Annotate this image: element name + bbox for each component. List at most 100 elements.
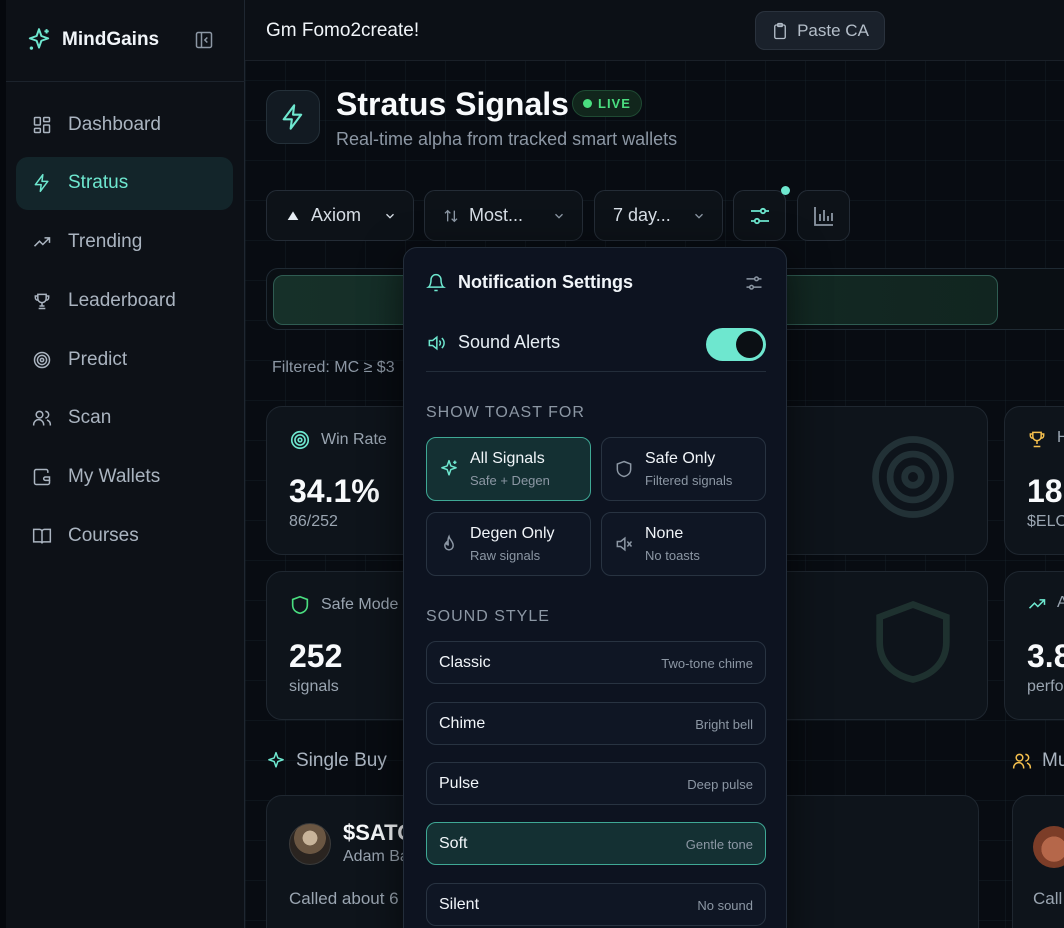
sidebar-item-scan[interactable]: Scan: [16, 392, 233, 445]
toast-option-none[interactable]: None No toasts: [601, 512, 766, 576]
target-icon: [290, 430, 310, 450]
page-subtitle: Real-time alpha from tracked smart walle…: [336, 129, 678, 149]
multi-buy-heading: Mu: [1012, 750, 1064, 772]
sidebar-item-leaderboard[interactable]: Leaderboard: [16, 274, 233, 327]
shield-icon: [616, 460, 632, 478]
option-desc: Safe + Degen: [470, 473, 550, 488]
range-filter-value: 7 day...: [613, 205, 671, 225]
flame-icon: [444, 534, 454, 551]
sidebar-item-label: My Wallets: [68, 466, 161, 488]
safe-mode-label: Safe Mode: [321, 596, 399, 613]
toast-option-safe-only[interactable]: Safe Only Filtered signals: [601, 437, 766, 501]
sidebar-divider: [6, 81, 245, 82]
live-dot-icon: [583, 99, 592, 108]
sound-alerts-row: Sound Alerts: [426, 332, 560, 353]
bolt-icon: [34, 174, 49, 193]
target-icon: [33, 351, 51, 368]
platform-filter[interactable]: Axiom: [266, 190, 414, 241]
toast-option-all-signals[interactable]: All Signals Safe + Degen: [426, 437, 591, 501]
multi-buy-label: Mu: [1042, 750, 1064, 771]
bolt-icon: [282, 104, 303, 130]
sound-alerts-toggle[interactable]: [706, 328, 766, 361]
range-filter[interactable]: 7 day...: [594, 190, 723, 241]
toast-section-heading: SHOW TOAST FOR: [426, 404, 585, 421]
sound-option-chime[interactable]: Chime Bright bell: [426, 702, 766, 745]
top-caller-card: H 18 $ELO: [1004, 406, 1064, 555]
win-rate-value: 34.1%: [289, 473, 380, 509]
avg-performance-value: 3.8: [1027, 638, 1064, 674]
safe-mode-value: 252: [289, 638, 343, 674]
sort-icon: [444, 209, 458, 222]
sidebar-item-stratus[interactable]: Stratus: [16, 156, 233, 210]
brand-name: MindGains: [62, 29, 160, 50]
sidebar-collapse-icon[interactable]: [194, 30, 214, 50]
top-caller-label: H: [1057, 429, 1064, 446]
sidebar-nav: Dashboard Stratus Trending Leaderboard P…: [16, 98, 233, 568]
sidebar-item-predict[interactable]: Predict: [16, 333, 233, 386]
sound-name: Soft: [439, 835, 468, 852]
notification-settings-button[interactable]: [733, 190, 786, 241]
win-rate-label-row: Win Rate: [289, 429, 387, 451]
chevron-down-icon: [555, 213, 563, 219]
book-icon: [32, 528, 52, 544]
called-time: Called about 6: [289, 889, 399, 908]
sound-section-heading: SOUND STYLE: [426, 608, 550, 625]
sliders-icon: [750, 207, 769, 224]
sparkle-icon: [28, 28, 50, 50]
page-icon: [266, 90, 320, 144]
trending-icon: [33, 237, 51, 247]
safe-mode-sub: signals: [289, 678, 339, 695]
trophy-icon: [34, 293, 50, 310]
sound-alerts-label: Sound Alerts: [458, 332, 561, 352]
multi-signal-card[interactable]: Call: [1012, 795, 1064, 928]
top-caller-sub: $ELO: [1027, 513, 1064, 530]
topbar: Gm Fomo2create! Paste CA: [245, 0, 1064, 61]
sound-option-classic[interactable]: Classic Two-tone chime: [426, 641, 766, 684]
sidebar: MindGains Dashboard Stratus Trending Lea…: [6, 0, 245, 928]
chevron-down-icon: [386, 213, 394, 219]
target-watermark-icon: [872, 436, 954, 518]
sidebar-item-label: Dashboard: [68, 113, 161, 135]
sparkle-icon: [268, 751, 284, 768]
sidebar-item-courses[interactable]: Courses: [16, 510, 233, 563]
paste-ca-button[interactable]: Paste CA: [755, 11, 885, 50]
brand-logo[interactable]: MindGains: [26, 27, 159, 53]
toggle-knob: [736, 331, 763, 358]
sound-desc: Deep pulse: [687, 777, 753, 792]
trending-icon: [1028, 599, 1046, 609]
popover-header: Notification Settings: [426, 272, 633, 293]
analytics-button[interactable]: [797, 190, 850, 241]
sound-option-soft[interactable]: Soft Gentle tone: [426, 822, 766, 865]
sparkle-icon: [441, 459, 457, 476]
live-badge-label: LIVE: [598, 96, 631, 111]
sort-filter[interactable]: Most...: [424, 190, 583, 241]
sound-option-pulse[interactable]: Pulse Deep pulse: [426, 762, 766, 805]
option-desc: No toasts: [645, 548, 700, 563]
bell-icon: [426, 273, 446, 291]
sound-name: Classic: [439, 654, 491, 671]
avg-performance-label-row: A: [1027, 594, 1064, 614]
popover-title: Notification Settings: [458, 272, 633, 292]
filtered-summary: Filtered: MC ≥ $3: [272, 359, 395, 376]
wallet-icon: [33, 469, 51, 486]
speaker-icon: [428, 335, 445, 350]
trophy-icon: [1029, 431, 1045, 448]
single-buy-heading: Single Buy: [266, 750, 387, 772]
toast-option-degen-only[interactable]: Degen Only Raw signals: [426, 512, 591, 576]
sliders-icon[interactable]: [744, 273, 764, 293]
avg-performance-label: A: [1057, 594, 1064, 611]
sound-desc: No sound: [697, 898, 753, 913]
greeting-text: Gm Fomo2create!: [266, 20, 420, 41]
sidebar-item-trending[interactable]: Trending: [16, 216, 233, 269]
single-buy-label: Single Buy: [296, 750, 387, 771]
called-time: Call: [1033, 889, 1063, 908]
clipboard-icon: [774, 22, 787, 39]
sidebar-item-dashboard[interactable]: Dashboard: [16, 98, 233, 151]
sound-name: Pulse: [439, 775, 480, 792]
sidebar-item-my-wallets[interactable]: My Wallets: [16, 451, 233, 504]
sound-desc: Gentle tone: [685, 837, 753, 852]
option-title: None: [645, 525, 684, 542]
sound-option-silent[interactable]: Silent No sound: [426, 883, 766, 926]
page-title: Stratus Signals: [336, 86, 569, 122]
notification-settings-popover: Notification Settings Sound Alerts SHOW …: [403, 247, 787, 928]
